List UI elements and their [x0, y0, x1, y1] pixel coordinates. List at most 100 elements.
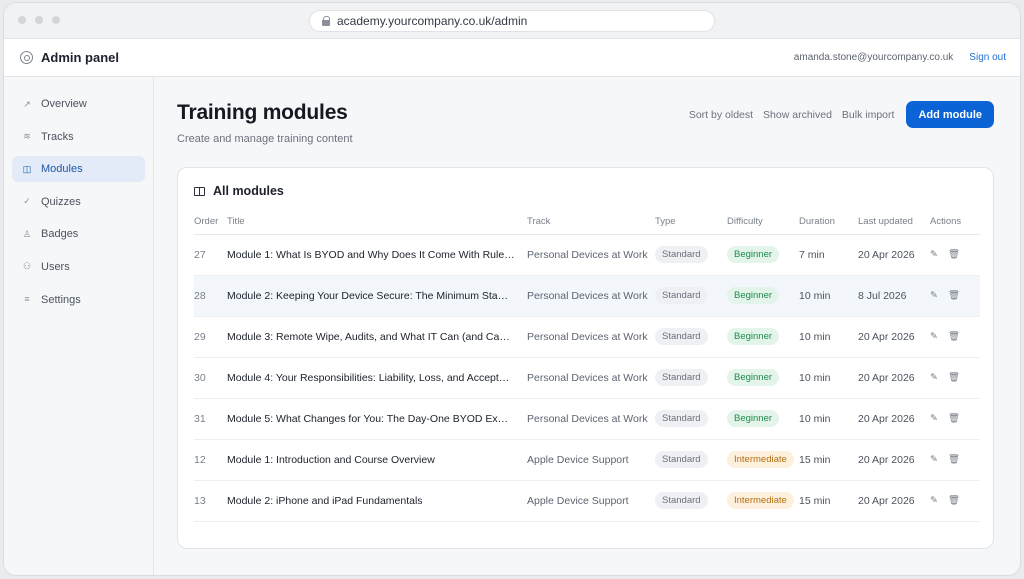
edit-icon[interactable]: ✎ [930, 413, 938, 424]
window-dot[interactable] [52, 16, 60, 24]
updated-cell: 20 Apr 2026 [858, 316, 930, 358]
table-row[interactable]: 30 Module 4: Your Responsibilities: Liabi… [194, 357, 980, 399]
sidebar-item-modules[interactable]: ◫ Modules [12, 156, 145, 183]
table-row[interactable]: 13 Module 2: iPhone and iPad Fundamentals… [194, 480, 980, 522]
sidebar-item-badges[interactable]: ♙ Badges [12, 221, 145, 247]
difficulty-badge-cell: Intermediate [727, 480, 799, 522]
sign-out-link[interactable]: Sign out [969, 52, 1006, 63]
sort-button[interactable]: Sort by oldest [689, 109, 753, 121]
difficulty-badge: Beginner [727, 328, 780, 345]
table-row[interactable]: 29 Module 3: Remote Wipe, Audits, and Wha… [194, 316, 980, 358]
title-cell: Module 2: Keeping Your Device Secure: Th… [227, 275, 527, 317]
sidebar-item-label: Overview [41, 98, 87, 110]
trash-icon[interactable]: 🗑 [948, 372, 960, 383]
order-cell: 27 [194, 234, 227, 276]
order-cell: 12 [194, 439, 227, 481]
modules-table: Order Title Track Type Difficulty Duration Las… [194, 210, 980, 522]
difficulty-badge: Intermediate [727, 492, 794, 509]
difficulty-badge-cell: Beginner [727, 234, 799, 276]
table-row[interactable]: 12 Module 1: Introduction and Course Over… [194, 439, 980, 481]
title-cell: Module 5: What Changes for You: The Day-… [227, 398, 527, 440]
updated-cell: 20 Apr 2026 [858, 234, 930, 276]
bulk-import-button[interactable]: Bulk import [842, 109, 895, 121]
address-bar[interactable]: academy.yourcompany.co.uk/admin [309, 10, 715, 32]
updated-cell: 8 Jul 2026 [858, 275, 930, 317]
main-content: Training modules Create and manage train… [154, 77, 1020, 575]
trash-icon[interactable]: 🗑 [948, 495, 960, 506]
table-header: Order Title Track Type Difficulty Duration Las… [194, 210, 980, 235]
order-cell: 28 [194, 275, 227, 317]
column-header: Track [527, 210, 655, 235]
modules-card: All modules Order Title Track Type Difficult… [177, 167, 994, 549]
browser-window: academy.yourcompany.co.uk/admin Admin pa… [4, 3, 1020, 575]
user-email: amanda.stone@yourcompany.co.uk [793, 52, 954, 63]
column-header: Duration [799, 210, 858, 235]
layers-icon: ≋ [23, 131, 31, 142]
sidebar-item-overview[interactable]: ↗ Overview [12, 91, 145, 117]
sidebar-item-users[interactable]: ⚇ Users [12, 254, 145, 280]
trash-icon[interactable]: 🗑 [948, 413, 960, 424]
sidebar-item-tracks[interactable]: ≋ Tracks [12, 124, 145, 150]
duration-cell: 10 min [799, 357, 858, 399]
difficulty-badge: Beginner [727, 287, 780, 304]
order-cell: 31 [194, 398, 227, 440]
window-dot[interactable] [18, 16, 26, 24]
column-header: Type [655, 210, 727, 235]
card-header: All modules [194, 184, 979, 198]
column-header: Difficulty [727, 210, 799, 235]
edit-icon[interactable]: ✎ [930, 454, 938, 465]
track-cell: Personal Devices at Work [527, 275, 655, 317]
difficulty-badge-cell: Intermediate [727, 439, 799, 481]
track-cell: Personal Devices at Work [527, 316, 655, 358]
edit-icon[interactable]: ✎ [930, 290, 938, 301]
sidebar-item-label: Badges [41, 228, 79, 241]
edit-icon[interactable]: ✎ [930, 372, 938, 383]
table-row[interactable]: 31 Module 5: What Changes for You: The Da… [194, 398, 980, 440]
difficulty-badge: Beginner [727, 410, 780, 427]
window-dot[interactable] [35, 16, 43, 24]
window-controls [18, 16, 60, 24]
type-badge-cell: Standard [655, 480, 727, 522]
sidebar-item-settings[interactable]: ≡ Settings [12, 287, 145, 313]
type-badge-cell: Standard [655, 316, 727, 358]
edit-icon[interactable]: ✎ [930, 249, 938, 260]
sidebar-item-label: Tracks [41, 130, 74, 143]
sidebar-item-label: Settings [41, 293, 81, 306]
trash-icon[interactable]: 🗑 [948, 331, 960, 342]
trash-icon[interactable]: 🗑 [948, 454, 960, 465]
trash-icon[interactable]: 🗑 [948, 290, 960, 301]
title-cell: Module 1: What Is BYOD and Why Does It C… [227, 234, 527, 276]
sidebar-item-quizzes[interactable]: ✓ Quizzes [12, 189, 145, 215]
edit-icon[interactable]: ✎ [930, 331, 938, 342]
users-icon: ⚇ [22, 261, 32, 272]
edit-icon[interactable]: ✎ [930, 495, 938, 506]
card-title: All modules [213, 184, 284, 198]
duration-cell: 10 min [799, 398, 858, 440]
actions-cell: ✎ 🗑 [930, 316, 980, 358]
trash-icon[interactable]: 🗑 [948, 249, 960, 260]
brand: Admin panel [20, 50, 119, 65]
title-cell: Module 4: Your Responsibilities: Liabili… [227, 357, 527, 399]
table-body: 27 Module 1: What Is BYOD and Why Does It… [194, 234, 980, 522]
duration-cell: 7 min [799, 234, 858, 276]
actions-cell: ✎ 🗑 [930, 480, 980, 522]
table-row[interactable]: 28 Module 2: Keeping Your Device Secure: … [194, 275, 980, 317]
track-cell: Personal Devices at Work [527, 398, 655, 440]
duration-cell: 10 min [799, 316, 858, 358]
table-row[interactable]: 27 Module 1: What Is BYOD and Why Does It… [194, 234, 980, 276]
sidebar-item-label: Quizzes [41, 195, 81, 208]
page-subtitle: Create and manage training content [177, 133, 353, 145]
track-cell: Personal Devices at Work [527, 357, 655, 399]
add-module-button[interactable]: Add module [906, 101, 994, 128]
track-cell: Apple Device Support [527, 439, 655, 481]
track-cell: Personal Devices at Work [527, 234, 655, 276]
show-archived-button[interactable]: Show archived [763, 109, 832, 121]
duration-cell: 15 min [799, 480, 858, 522]
type-badge-cell: Standard [655, 398, 727, 440]
sidebar: ↗ Overview ≋ Tracks ◫ Modules ✓ Quizzes ♙ Badges ⚇… [4, 77, 154, 575]
updated-cell: 20 Apr 2026 [858, 480, 930, 522]
difficulty-badge: Intermediate [727, 451, 794, 468]
order-cell: 13 [194, 480, 227, 522]
updated-cell: 20 Apr 2026 [858, 357, 930, 399]
type-badge: Standard [655, 328, 708, 345]
